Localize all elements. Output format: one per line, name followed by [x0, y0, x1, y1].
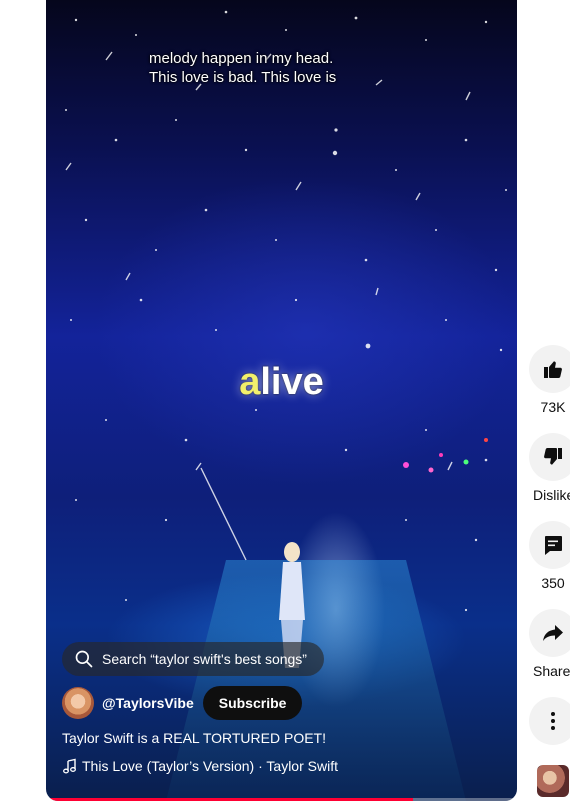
like-button[interactable]	[529, 345, 570, 393]
subscribe-button[interactable]: Subscribe	[202, 686, 303, 720]
shorts-video-player[interactable]: melody happen in my head. This love is b…	[46, 0, 517, 801]
comment-count: 350	[541, 575, 565, 591]
dislike-button[interactable]	[529, 433, 570, 481]
lyric-line-2: This love is bad. This love is	[149, 69, 337, 86]
comment-icon	[545, 536, 562, 555]
music-link[interactable]: This Love (Taylor’s Version) · Taylor Sw…	[62, 758, 338, 774]
action-rail: 73K Dislike 350 Share	[529, 0, 570, 809]
more-options-button[interactable]	[529, 697, 570, 745]
lyric-caption-top: melody happen in my head. This love is b…	[149, 49, 429, 87]
search-suggestion-chip[interactable]: Search “taylor swift's best songs”	[62, 642, 324, 676]
channel-row: @TaylorsVibe Subscribe	[62, 686, 303, 720]
progress-bar[interactable]	[46, 798, 517, 801]
music-title: This Love (Taylor’s Version) · Taylor Sw…	[82, 758, 338, 774]
lyric-current-word: alive	[46, 361, 517, 404]
thumbs-up-icon	[544, 361, 562, 378]
like-count: 73K	[540, 399, 566, 415]
lyric-line-1: melody happen in my head.	[149, 50, 334, 67]
share-arrow-icon	[543, 625, 563, 641]
channel-name[interactable]: @TaylorsVibe	[102, 695, 194, 711]
more-vert-icon	[551, 712, 555, 730]
channel-avatar[interactable]	[62, 687, 94, 719]
dislike-label: Dislike	[533, 487, 570, 503]
music-note-icon	[63, 758, 76, 774]
search-suggestion-text: Search “taylor swift's best songs”	[102, 651, 307, 667]
video-title[interactable]: Taylor Swift is a REAL TORTURED POET!	[62, 730, 326, 746]
lyric-word-rest: live	[260, 361, 324, 403]
share-label: Share	[533, 663, 570, 679]
sound-thumbnail[interactable]	[537, 765, 569, 797]
search-icon	[75, 650, 93, 668]
share-button[interactable]	[529, 609, 570, 657]
progress-bar-fill	[46, 798, 414, 801]
thumbs-down-icon	[544, 448, 562, 465]
lyric-word-highlight: a	[239, 361, 261, 403]
comments-button[interactable]	[529, 521, 570, 569]
